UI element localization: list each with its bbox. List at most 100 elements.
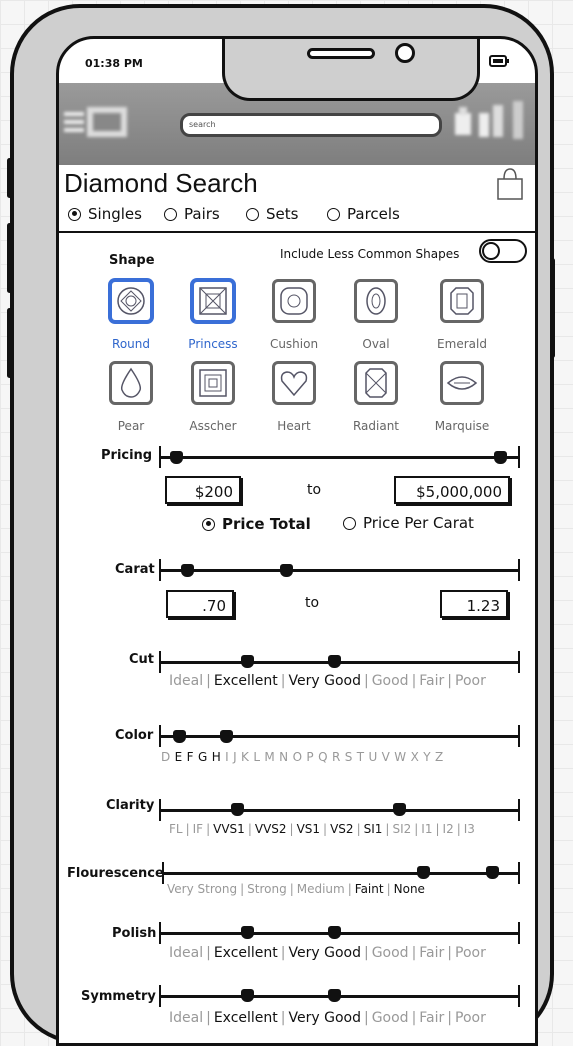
shape-pear[interactable]	[109, 361, 153, 405]
shape-cushion[interactable]	[272, 279, 316, 323]
symmetry-max-handle[interactable]	[328, 989, 341, 1002]
tab-singles[interactable]: Singles	[68, 205, 142, 223]
grade-clarity[interactable]: FL	[169, 822, 183, 836]
fluorescence-slider-track[interactable]	[162, 872, 519, 875]
cut-max-handle[interactable]	[328, 655, 341, 668]
grade-fluorescence[interactable]: Very Strong	[167, 882, 237, 896]
carat-slider-track[interactable]	[159, 569, 519, 572]
grade-color[interactable]: F	[187, 750, 194, 764]
grade-cut[interactable]: Poor	[455, 673, 486, 689]
grade-color[interactable]: L	[253, 750, 260, 764]
grade-color[interactable]: Y	[423, 750, 430, 764]
grade-color[interactable]: W	[394, 750, 406, 764]
shape-princess[interactable]	[191, 279, 235, 323]
cart-icon[interactable]	[453, 103, 475, 145]
shape-oval[interactable]	[354, 279, 398, 323]
grade-clarity[interactable]: VVS2	[255, 822, 287, 836]
grade-color[interactable]: Q	[318, 750, 327, 764]
grade-color[interactable]: E	[175, 750, 183, 764]
cut-min-handle[interactable]	[241, 655, 254, 668]
shape-round[interactable]	[109, 279, 153, 323]
grade-color[interactable]: K	[241, 750, 249, 764]
grade-color[interactable]: T	[357, 750, 364, 764]
polish-max-handle[interactable]	[328, 926, 341, 939]
grade-clarity[interactable]: VS1	[297, 822, 320, 836]
grade-clarity[interactable]: I2	[443, 822, 454, 836]
price-max-input[interactable]: $5,000,000	[394, 476, 510, 504]
grade-color[interactable]: R	[332, 750, 340, 764]
grade-clarity[interactable]: IF	[193, 822, 203, 836]
grade-color[interactable]: O	[293, 750, 302, 764]
more-icon[interactable]	[511, 99, 527, 145]
carat-min-handle[interactable]	[181, 564, 194, 577]
shape-heart[interactable]	[272, 361, 316, 405]
grade-clarity[interactable]: I1	[421, 822, 432, 836]
grade-color[interactable]: U	[368, 750, 377, 764]
fluorescence-min-handle[interactable]	[417, 866, 430, 879]
shopping-bag-icon[interactable]	[495, 167, 525, 205]
carat-min-input[interactable]: .70	[166, 590, 234, 618]
grade-fluorescence[interactable]: None	[394, 882, 425, 896]
grade-color[interactable]: V	[382, 750, 390, 764]
grade-color[interactable]: J	[233, 750, 237, 764]
search-input[interactable]: search	[180, 113, 442, 137]
grade-cut[interactable]: Fair	[419, 673, 444, 689]
grade-clarity[interactable]: SI1	[364, 822, 383, 836]
pricing-min-handle[interactable]	[170, 451, 183, 464]
grade-separator	[432, 750, 434, 764]
grade-clarity[interactable]: I3	[464, 822, 475, 836]
fluorescence-max-handle[interactable]	[486, 866, 499, 879]
grade-color[interactable]: D	[161, 750, 170, 764]
grade-polish[interactable]: Very Good	[289, 945, 361, 961]
grade-cut[interactable]: Very Good	[289, 673, 361, 689]
color-max-handle[interactable]	[220, 730, 233, 743]
grade-fluorescence[interactable]: Faint	[355, 882, 384, 896]
symmetry-min-handle[interactable]	[241, 989, 254, 1002]
clarity-min-handle[interactable]	[231, 803, 244, 816]
grade-clarity[interactable]: VS2	[330, 822, 353, 836]
shape-marquise[interactable]	[440, 361, 484, 405]
grade-polish[interactable]: Good	[372, 945, 409, 961]
price-min-input[interactable]: $200	[165, 476, 241, 504]
shape-radiant[interactable]	[354, 361, 398, 405]
grade-color[interactable]: Z	[435, 750, 443, 764]
grade-polish[interactable]: Poor	[455, 945, 486, 961]
carat-max-input[interactable]: 1.23	[440, 590, 508, 618]
polish-min-handle[interactable]	[241, 926, 254, 939]
pricing-slider-track[interactable]	[159, 456, 519, 459]
carat-max-handle[interactable]	[280, 564, 293, 577]
grade-color[interactable]: M	[264, 750, 274, 764]
grade-color[interactable]: P	[306, 750, 313, 764]
clarity-max-handle[interactable]	[393, 803, 406, 816]
grade-clarity[interactable]: SI2	[392, 822, 411, 836]
less-common-shapes-toggle[interactable]	[479, 239, 527, 263]
color-min-handle[interactable]	[173, 730, 186, 743]
grade-fluorescence[interactable]: Strong	[247, 882, 287, 896]
user-icon[interactable]	[477, 101, 507, 145]
shape-emerald[interactable]	[440, 279, 484, 323]
grade-clarity[interactable]: VVS1	[213, 822, 245, 836]
grade-color[interactable]: X	[411, 750, 419, 764]
grade-cut[interactable]: Good	[372, 673, 409, 689]
price-total-radio[interactable]: Price Total	[202, 515, 311, 533]
pricing-max-handle[interactable]	[494, 451, 507, 464]
grade-color[interactable]: H	[212, 750, 221, 764]
price-per-carat-radio[interactable]: Price Per Carat	[343, 514, 474, 532]
grade-color[interactable]: G	[198, 750, 207, 764]
tab-sets[interactable]: Sets	[246, 205, 298, 223]
tab-pairs[interactable]: Pairs	[164, 205, 220, 223]
clarity-slider-track[interactable]	[159, 809, 519, 812]
grade-color[interactable]: S	[345, 750, 353, 764]
grade-cut[interactable]: Excellent	[214, 673, 278, 689]
grade-color[interactable]: I	[225, 750, 229, 764]
shape-asscher[interactable]	[191, 361, 235, 405]
grade-polish[interactable]: Ideal	[169, 945, 203, 961]
grade-polish[interactable]: Fair	[419, 945, 444, 961]
grade-color[interactable]: N	[279, 750, 288, 764]
color-slider-track[interactable]	[159, 735, 519, 738]
grade-cut[interactable]: Ideal	[169, 673, 203, 689]
tab-parcels[interactable]: Parcels	[327, 205, 400, 223]
menu-icon[interactable]	[63, 109, 85, 139]
grade-fluorescence[interactable]: Medium	[297, 882, 345, 896]
grade-polish[interactable]: Excellent	[214, 945, 278, 961]
